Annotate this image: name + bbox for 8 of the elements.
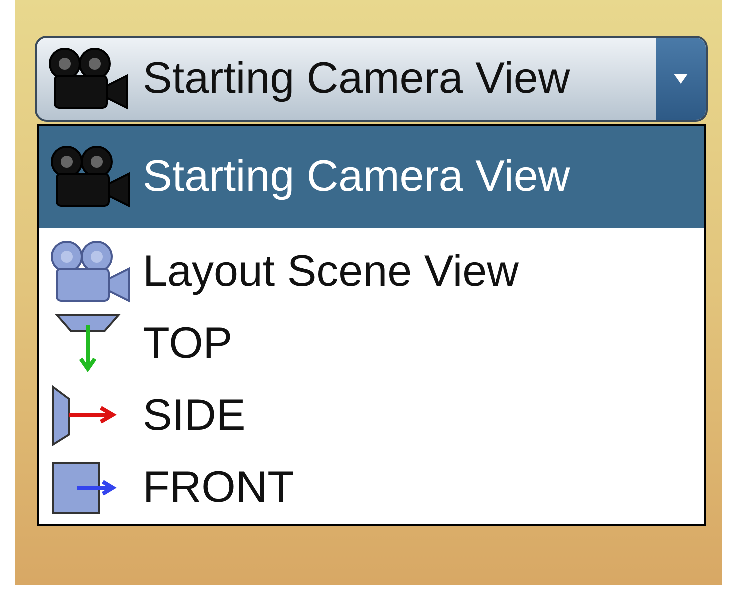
dropdown-option[interactable]: FRONT xyxy=(39,452,704,524)
dropdown-option[interactable]: TOP xyxy=(39,308,704,380)
dropdown-option[interactable]: Layout Scene View xyxy=(39,236,704,308)
dropdown-arrow-button[interactable] xyxy=(656,38,706,120)
dropdown-option[interactable]: SIDE xyxy=(39,380,704,452)
camera-view-dropdown[interactable]: Starting Camera View xyxy=(35,36,708,122)
caret-icon xyxy=(674,74,688,84)
dropdown-option[interactable]: Starting Camera View xyxy=(39,126,704,228)
